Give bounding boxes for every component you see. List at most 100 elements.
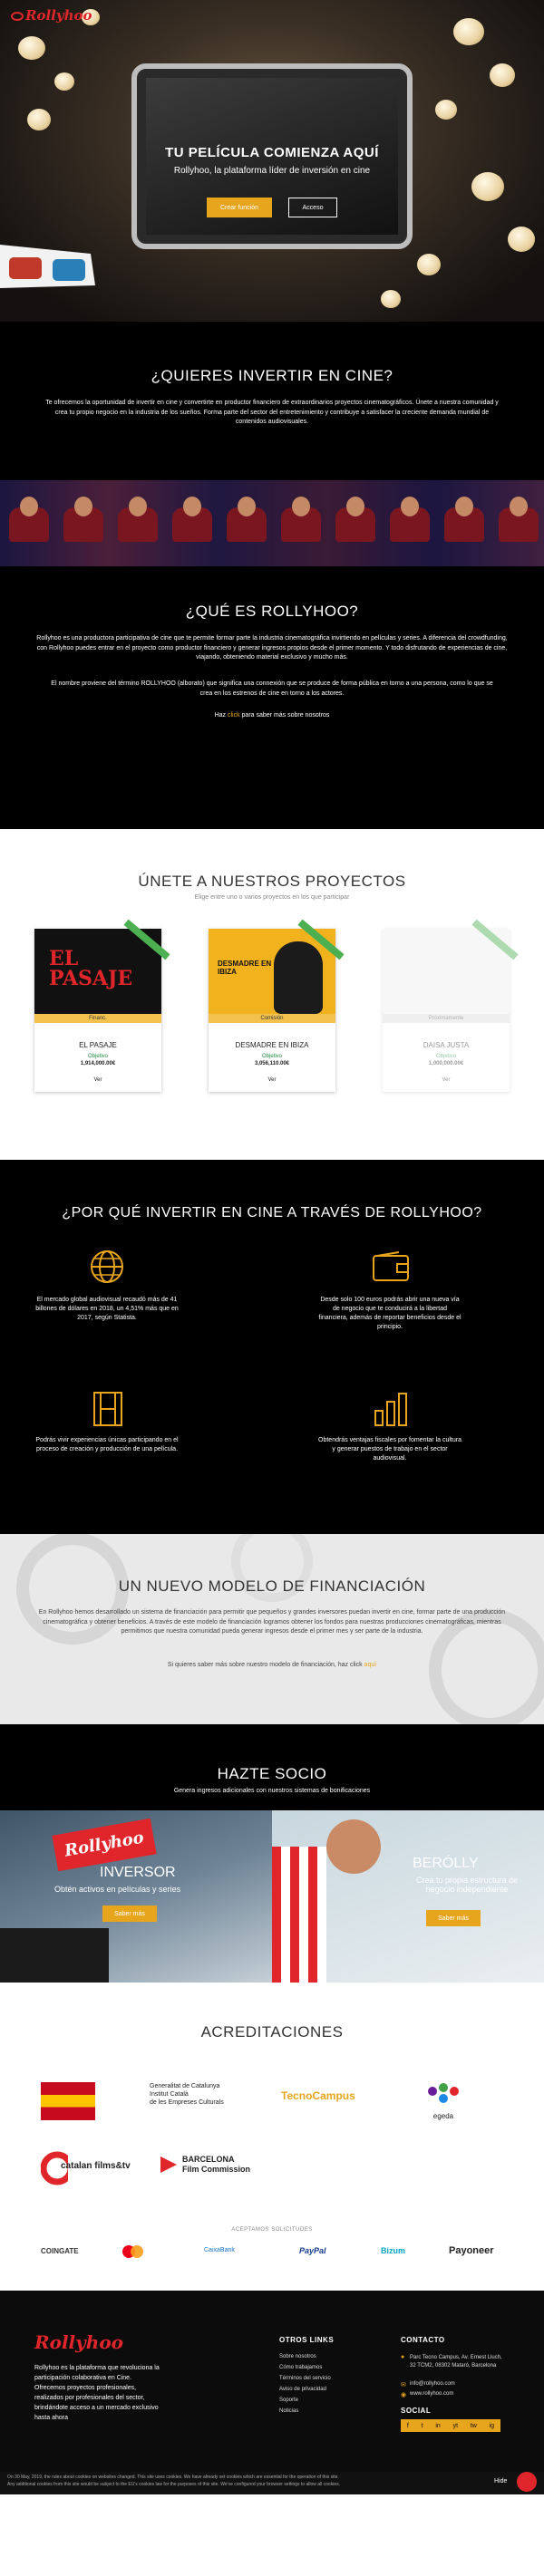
- social-bar: f t in yt tw ig: [401, 2419, 500, 2432]
- project-image: [383, 929, 510, 1019]
- project-amount: 1,914,000.00€: [80, 1061, 116, 1066]
- footer-contact-title: CONTACTO: [401, 2336, 445, 2344]
- bizum-logo: Bizum: [381, 2246, 405, 2255]
- login-button[interactable]: Acceso: [288, 198, 337, 217]
- investor-panel[interactable]: Rollyhoo INVERSOR Obtén activos en pelíc…: [0, 1810, 272, 1983]
- investor-more-button[interactable]: Saber más: [102, 1905, 157, 1922]
- payments-title: ACEPTAMOS SOLICITUDES: [231, 2227, 313, 2233]
- popcorn-decoration: [27, 109, 51, 130]
- clapperboard-illustration: [0, 1928, 109, 1983]
- instagram-icon[interactable]: ig: [490, 2423, 494, 2429]
- footer-link[interactable]: Soporte: [279, 2398, 298, 2403]
- create-function-button[interactable]: Crear función: [207, 198, 272, 217]
- project-view-link[interactable]: Ver: [383, 1077, 510, 1083]
- project-view-link[interactable]: Ver: [209, 1077, 335, 1083]
- footer-links-title: OTROS LINKS: [279, 2336, 335, 2344]
- cookie-text: On 30 May, 2019, the rules about cookies…: [7, 2475, 339, 2480]
- invest-title: ¿QUIERES INVERTIR EN CINE?: [151, 367, 393, 384]
- project-title: DAISA JUSTA: [423, 1041, 470, 1049]
- feature-text: Podrás vivir experiencias únicas partici…: [35, 1437, 179, 1452]
- twitter-icon[interactable]: t: [422, 2423, 423, 2429]
- site-logo[interactable]: Rollyhoo: [11, 7, 92, 24]
- caixabank-logo: CaixaBank: [204, 2247, 235, 2253]
- footer-web[interactable]: www.rollyhoo.com: [410, 2391, 453, 2397]
- about-more-link[interactable]: click: [228, 712, 240, 719]
- catalan-films-logo: catalan films&tv: [40, 2150, 131, 2186]
- accreditations-section: ACREDITACIONES Generalitat de Catalunya …: [0, 1983, 544, 2291]
- berolly-text: Crea tu propia estructura de negocio ind…: [415, 1876, 519, 1894]
- cookie-bar: On 30 May, 2019, the rules about cookies…: [0, 2472, 544, 2494]
- invest-section: ¿QUIERES INVERTIR EN CINE? Te ofrecemos …: [0, 322, 544, 480]
- footer-link[interactable]: Aviso de privacidad: [279, 2387, 326, 2392]
- bar-chart-icon: [374, 1393, 407, 1426]
- popcorn-box-illustration: [272, 1847, 326, 1983]
- feature-text: El mercado global audiovisual recaudó má…: [35, 1297, 179, 1321]
- project-title: EL PASAJE: [79, 1041, 117, 1049]
- location-icon: ●: [401, 2354, 405, 2360]
- partner-subtitle: Genera ingresos adicionales con nuestros…: [173, 1788, 371, 1794]
- invest-text: Te ofrecemos la oportunidad de invertir …: [45, 400, 499, 425]
- model-more: Si quieres saber más sobre nuestro model…: [167, 1662, 377, 1668]
- model-section: UN NUEVO MODELO DE FINANCIACIÓN En Rolly…: [0, 1534, 544, 1724]
- linkedin-icon[interactable]: in: [435, 2423, 440, 2429]
- model-title: UN NUEVO MODELO DE FINANCIACIÓN: [118, 1577, 426, 1595]
- audience-image: [0, 480, 544, 566]
- hero-title: TU PELÍCULA COMIENZA AQUÍ: [165, 145, 379, 160]
- footer-link[interactable]: Sobre nosotros: [279, 2354, 316, 2359]
- project-amount: 3,056,110.00€: [254, 1061, 290, 1066]
- footer-social-title: SOCIAL: [401, 2407, 432, 2415]
- projects-subtitle: Elige entre uno o varios proyectos en lo…: [194, 894, 350, 901]
- popcorn-decoration: [453, 18, 484, 45]
- coingate-logo: COINGATE: [41, 2247, 79, 2255]
- chat-icon[interactable]: [517, 2472, 537, 2492]
- model-more-link[interactable]: aquí: [364, 1662, 377, 1668]
- payoneer-logo: Payoneer: [449, 2245, 494, 2256]
- model-text: En Rollyhoo hemos desarrollado un sistem…: [38, 1609, 506, 1635]
- cookie-hide-button[interactable]: Hide: [494, 2478, 507, 2484]
- project-status: Financ.: [34, 1014, 161, 1023]
- project-status: Comisión: [209, 1014, 335, 1023]
- popcorn-decoration: [381, 290, 401, 308]
- project-objective-label: Objetivo: [261, 1054, 282, 1059]
- paypal-logo: PayPal: [299, 2246, 326, 2255]
- twitter-alt-icon[interactable]: tw: [471, 2423, 477, 2429]
- project-card[interactable]: DESMADRE EN IBIZA Comisión DESMADRE EN I…: [209, 919, 345, 1092]
- footer: Rollyhoo Rollyhoo es la plataforma que r…: [0, 2291, 544, 2472]
- about-text-1: Rollyhoo es una productora participativa…: [36, 635, 508, 661]
- project-view-link[interactable]: Ver: [34, 1077, 161, 1083]
- popcorn-decoration: [54, 72, 74, 91]
- youtube-icon[interactable]: yt: [453, 2423, 458, 2429]
- footer-link[interactable]: Noticias: [279, 2408, 298, 2414]
- project-image: DESMADRE EN IBIZA: [209, 929, 335, 1019]
- popcorn-decoration: [490, 63, 515, 87]
- footer-link[interactable]: Términos del servicio: [279, 2376, 331, 2381]
- email-icon: ✉: [401, 2382, 406, 2388]
- popcorn-decoration: [417, 254, 441, 275]
- feature-text: Desde solo 100 euros podrás abrir una nu…: [318, 1297, 461, 1330]
- tecnocampus-logo: TecnoCampus: [281, 2089, 355, 2102]
- project-card[interactable]: EL PASAJE Financ. EL PASAJE Objetivo 1,9…: [34, 919, 170, 1092]
- globe-icon: [91, 1250, 123, 1283]
- dog-illustration: [274, 941, 323, 1014]
- footer-address: Parc Tecno Campus, Av. Ernest Lluch, 32 …: [410, 2355, 502, 2369]
- berolly-panel[interactable]: BERÓLLY Crea tu propia estructura de neg…: [272, 1810, 544, 1983]
- facebook-icon[interactable]: f: [407, 2423, 409, 2429]
- film-icon: [93, 1392, 122, 1426]
- about-section: ¿QUÉ ES ROLLYHOO? Rollyhoo es una produc…: [0, 566, 544, 829]
- project-card[interactable]: Próximamente DAISA JUSTA Objetivo 1,000,…: [383, 919, 519, 1092]
- project-title: DESMADRE EN IBIZA: [235, 1041, 309, 1049]
- footer-about: Rollyhoo es la plataforma que revolucion…: [34, 2365, 160, 2421]
- berolly-more-button[interactable]: Saber más: [426, 1910, 481, 1926]
- partner-section: HAZTE SOCIO Genera ingresos adicionales …: [0, 1724, 544, 1983]
- why-section: ¿POR QUÉ INVERTIR EN CINE A TRAVÉS DE RO…: [0, 1160, 544, 1534]
- popcorn-decoration: [471, 172, 504, 201]
- project-objective-label: Objetivo: [87, 1054, 108, 1059]
- wallet-icon: [373, 1251, 409, 1281]
- mastercard-logo: [122, 2245, 146, 2258]
- about-text-2: El nombre proviene del término ROLLYHOO …: [51, 680, 493, 697]
- footer-link[interactable]: Cómo trabajamos: [279, 2365, 322, 2370]
- footer-logo[interactable]: Rollyhoo: [34, 2331, 123, 2353]
- footer-email[interactable]: info@rollyhoo.com: [410, 2381, 455, 2387]
- egeda-logo: egeda: [422, 2080, 465, 2120]
- popcorn-decoration: [18, 36, 45, 60]
